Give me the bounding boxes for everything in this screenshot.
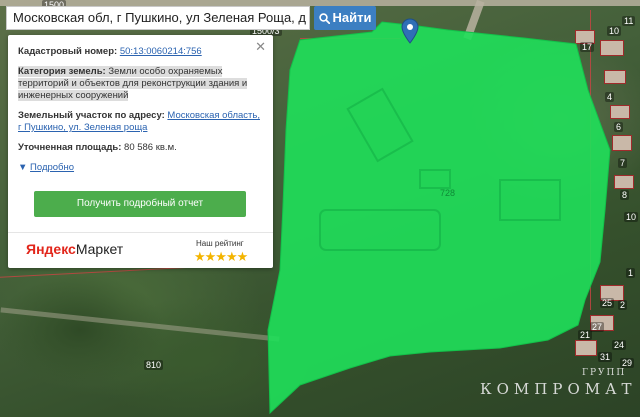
cadastral-label: Кадастровый номер: <box>18 46 118 57</box>
rating-label: Наш рейтинг <box>196 239 244 248</box>
address-label: Земельный участок по адресу: <box>18 110 165 121</box>
star-rating-icon: ★★★★★ <box>194 249 248 264</box>
area-row: Уточненная площадь: 80 586 кв.м. <box>18 142 263 154</box>
yandex-market-logo[interactable]: ЯндексМаркет <box>26 240 123 258</box>
search-button-label: Найти <box>332 10 372 25</box>
triangle-down-icon: ▼ <box>18 162 28 173</box>
get-report-button[interactable]: Получить подробный отчет <box>34 191 246 217</box>
address-search-input[interactable]: Московская обл, г Пушкино, ул Зеленая Ро… <box>6 6 310 30</box>
category-row: Категория земель: Земли особо охраняемых… <box>18 66 263 102</box>
more-link[interactable]: Подробно <box>30 162 74 173</box>
more-toggle[interactable]: ▼ Подробно <box>18 162 263 174</box>
watermark: КОМПРОМАТ <box>480 380 637 398</box>
category-label: Категория земель: <box>18 66 106 77</box>
logo-market: Маркет <box>75 241 124 257</box>
area-label: Уточненная площадь: <box>18 142 122 153</box>
map-label: 728 <box>440 188 455 198</box>
logo-yandex: Яндекс <box>26 241 76 257</box>
watermark-small: ГРУПП <box>582 368 627 378</box>
location-pin-icon[interactable] <box>401 18 419 44</box>
cadastral-row: Кадастровый номер: 50:13:0060214:756 <box>18 46 263 58</box>
search-icon <box>318 13 330 25</box>
address-row: Земельный участок по адресу: Московская … <box>18 110 263 134</box>
divider <box>8 232 273 233</box>
area-value: 80 586 кв.м. <box>124 142 177 153</box>
cadastral-number-link[interactable]: 50:13:0060214:756 <box>120 46 202 57</box>
parcel-info-panel: ✕ Кадастровый номер: 50:13:0060214:756 К… <box>8 35 273 268</box>
search-button[interactable]: Найти <box>314 6 376 30</box>
